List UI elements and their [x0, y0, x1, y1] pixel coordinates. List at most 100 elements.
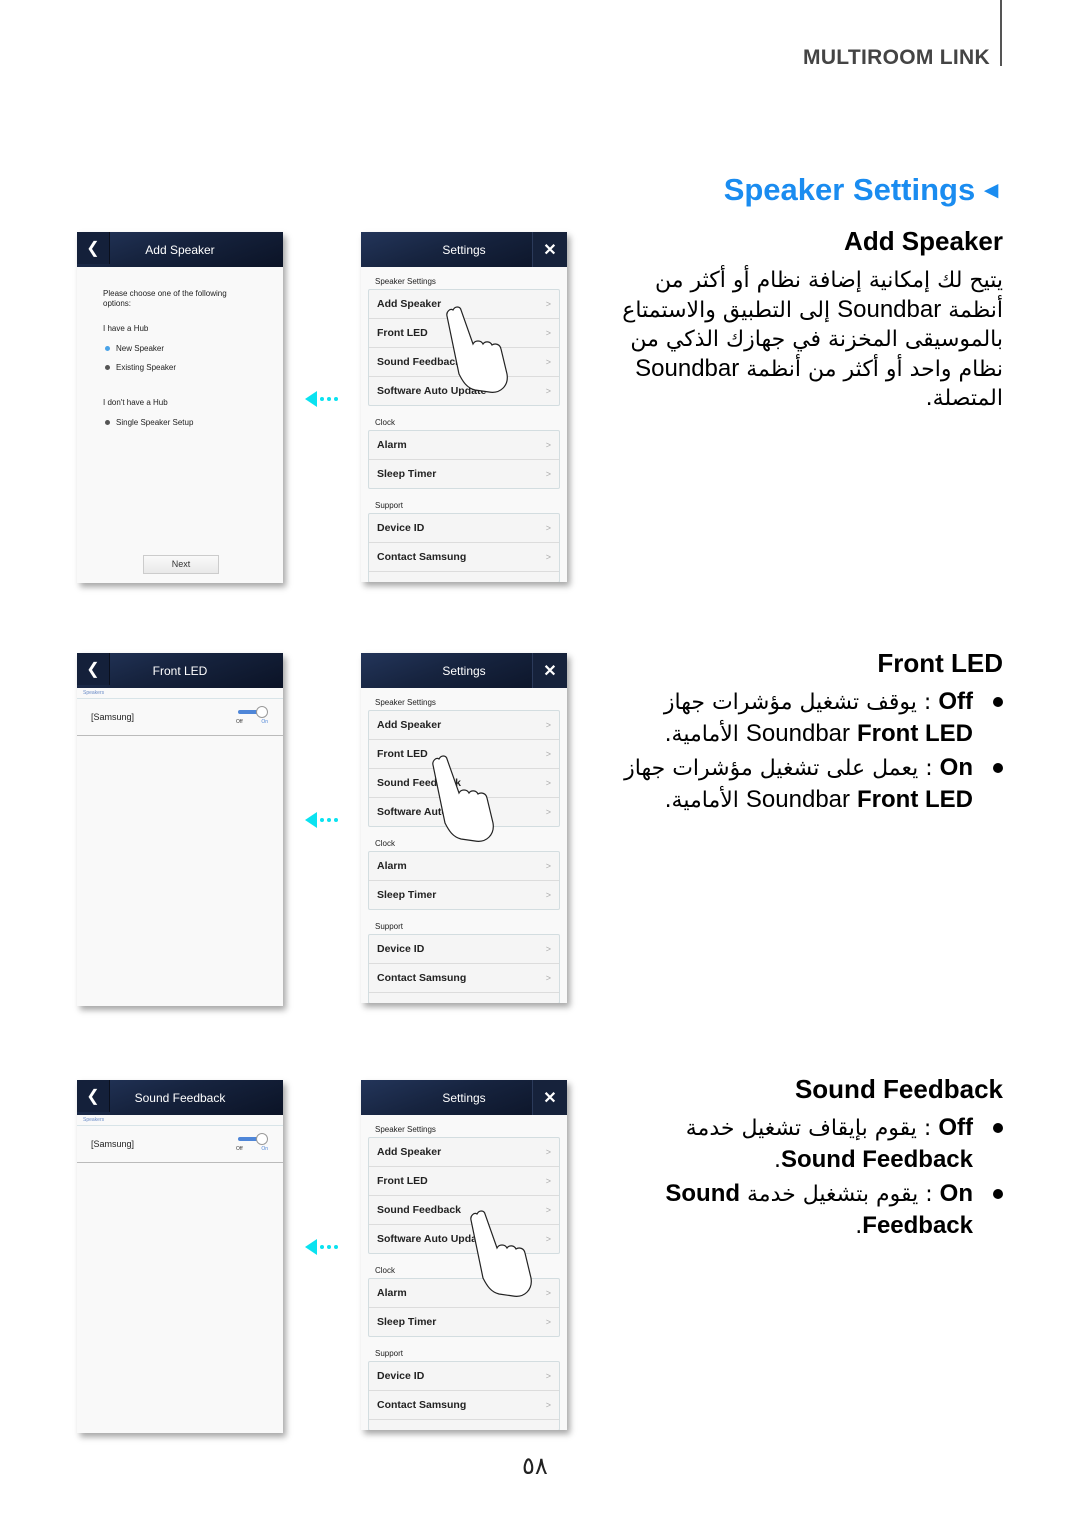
- menu-item-label: Alarm: [377, 860, 407, 872]
- prompt-text: Please choose one of the following optio…: [103, 289, 227, 308]
- close-button[interactable]: ✕: [532, 1080, 567, 1115]
- toggle-knob: [256, 1133, 268, 1145]
- toggle-on-label: On: [261, 719, 268, 725]
- chevron-right-icon: >: [545, 1234, 551, 1244]
- bullet-dot-icon: [993, 1123, 1003, 1133]
- front-led-toggle[interactable]: Off On: [236, 706, 268, 725]
- option-label: New Speaker: [116, 344, 165, 353]
- menu-item-label: Sleep Timer: [377, 468, 437, 480]
- page-title: Speaker Settings ◄: [724, 172, 1003, 208]
- page-number: ٥٨: [522, 1452, 548, 1480]
- menu-item-sleep-timer[interactable]: Sleep Timer >: [369, 460, 559, 488]
- menu-item-software-auto-update[interactable]: Software Auto Update >: [369, 798, 559, 826]
- close-icon: ✕: [543, 1089, 557, 1107]
- menu-item-partial: [369, 1420, 559, 1430]
- title-bar: ❮ Sound Feedback: [77, 1080, 283, 1115]
- chevron-right-icon: >: [545, 1371, 551, 1381]
- menu-item-device-id[interactable]: Device ID >: [369, 514, 559, 543]
- menu-item-add-speaker[interactable]: Add Speaker >: [369, 711, 559, 740]
- menu-item-add-speaker[interactable]: Add Speaker >: [369, 1138, 559, 1167]
- text-run: الأمامية.: [664, 722, 746, 747]
- dot-icon: [327, 818, 331, 822]
- menu-item-sleep-timer[interactable]: Sleep Timer >: [369, 881, 559, 909]
- menu-item-sound-feedback[interactable]: Sound Feedback >: [369, 348, 559, 377]
- close-button[interactable]: ✕: [532, 653, 567, 688]
- menu-item-front-led[interactable]: Front LED >: [369, 740, 559, 769]
- header-rule: [1000, 0, 1002, 66]
- chevron-right-icon: >: [545, 778, 551, 788]
- menu-item-contact-samsung[interactable]: Contact Samsung >: [369, 964, 559, 993]
- menu-item-label: Add Speaker: [377, 298, 442, 310]
- arrow-head-icon: [305, 812, 317, 828]
- text-run: Soundbar: [745, 786, 851, 813]
- speaker-name: [Samsung]: [91, 1139, 135, 1149]
- menu-item-label: Contact Samsung: [377, 972, 467, 984]
- text-run: يوقف تشغيل مؤشرات جهاز: [663, 690, 917, 715]
- dot-icon: [320, 397, 324, 401]
- radio-icon: [105, 420, 110, 425]
- chevron-right-icon: >: [545, 749, 551, 759]
- menu-item-add-speaker[interactable]: Add Speaker >: [369, 290, 559, 319]
- next-button[interactable]: Next: [143, 555, 219, 574]
- bullet-on: On : يقوم بتشغيل خدمة Sound Feedback.: [653, 1178, 1003, 1242]
- menu-item-label: Sleep Timer: [377, 889, 437, 901]
- speaker-settings-group: Add Speaker > Front LED > Sound Feedback > …: [368, 289, 560, 406]
- menu-item-alarm[interactable]: Alarm >: [369, 431, 559, 460]
- dot-icon: [334, 818, 338, 822]
- text-run: Off: [938, 688, 973, 715]
- option-existing-speaker[interactable]: Existing Speaker: [103, 363, 283, 372]
- menu-item-label: Sound Feedback: [377, 777, 462, 789]
- menu-item-alarm[interactable]: Alarm >: [369, 852, 559, 881]
- speaker-row: [Samsung] Off On: [77, 1126, 283, 1163]
- menu-item-sound-feedback[interactable]: Sound Feedback >: [369, 1196, 559, 1225]
- option-label: Existing Speaker: [116, 363, 177, 372]
- triangle-left-icon: ◄: [979, 177, 1003, 204]
- section-header: MULTIROOM LINK: [803, 46, 990, 69]
- settings-list: Speaker Settings Add Speaker > Front LED >…: [361, 688, 567, 1003]
- settings-screen-2: Settings ✕ Speaker Settings Add Speaker >…: [361, 653, 567, 1003]
- add-speaker-screen: ❮ Add Speaker Please choose one of the f…: [77, 232, 283, 583]
- text-run: المتصلة.: [925, 386, 1003, 411]
- menu-item-label: Alarm: [377, 1287, 407, 1299]
- group-label: Speaker Settings: [375, 1125, 436, 1134]
- speaker-row: [Samsung] Off On: [77, 699, 283, 736]
- clock-group: Alarm > Sleep Timer >: [368, 851, 560, 910]
- add-speaker-body: Please choose one of the following optio…: [77, 267, 283, 583]
- menu-item-label: Contact Samsung: [377, 1399, 467, 1411]
- arrow-head-icon: [305, 1239, 317, 1255]
- dot-icon: [320, 1245, 324, 1249]
- text-run: الأمامية.: [664, 788, 746, 813]
- text-run: :: [918, 1182, 940, 1207]
- menu-item-contact-samsung[interactable]: Contact Samsung >: [369, 1391, 559, 1420]
- chevron-right-icon: >: [545, 552, 551, 562]
- menu-item-label: Front LED: [377, 1175, 428, 1187]
- option-single-speaker[interactable]: Single Speaker Setup: [103, 418, 283, 427]
- sound-feedback-toggle[interactable]: Off On: [236, 1133, 268, 1152]
- bullet-on: On : يعمل على تشغيل مؤشرات جهاز Soundbar…: [623, 752, 1003, 816]
- chevron-right-icon: >: [545, 944, 551, 954]
- menu-item-sound-feedback[interactable]: Sound Feedback >: [369, 769, 559, 798]
- text-run: Off: [938, 1114, 973, 1141]
- speakers-label: Speakers: [77, 688, 283, 699]
- toggle-off-label: Off: [236, 1146, 243, 1152]
- settings-list: Speaker Settings Add Speaker > Front LED >…: [361, 1115, 567, 1430]
- close-button[interactable]: ✕: [532, 232, 567, 267]
- menu-item-contact-samsung[interactable]: Contact Samsung >: [369, 543, 559, 572]
- menu-item-software-auto-update[interactable]: Software Auto Update >: [369, 377, 559, 405]
- menu-item-label: Device ID: [377, 522, 425, 534]
- option-new-speaker[interactable]: New Speaker: [103, 344, 283, 353]
- dot-icon: [327, 1245, 331, 1249]
- text-run: :: [916, 690, 939, 715]
- support-group: Device ID > Contact Samsung >: [368, 513, 560, 582]
- menu-item-front-led[interactable]: Front LED >: [369, 319, 559, 348]
- text-run: Soundbar: [745, 720, 851, 747]
- menu-item-software-auto-update[interactable]: Software Auto Update >: [369, 1225, 559, 1253]
- chevron-right-icon: >: [545, 386, 551, 396]
- menu-item-front-led[interactable]: Front LED >: [369, 1167, 559, 1196]
- menu-item-alarm[interactable]: Alarm >: [369, 1279, 559, 1308]
- menu-item-sleep-timer[interactable]: Sleep Timer >: [369, 1308, 559, 1336]
- bullet-off: Off : يقوم بإيقاف تشغيل خدمة Sound Feedb…: [653, 1112, 1003, 1176]
- front-led-bullets: Off : يوقف تشغيل مؤشرات جهاز Soundbar Fr…: [623, 686, 1003, 818]
- menu-item-device-id[interactable]: Device ID >: [369, 935, 559, 964]
- menu-item-device-id[interactable]: Device ID >: [369, 1362, 559, 1391]
